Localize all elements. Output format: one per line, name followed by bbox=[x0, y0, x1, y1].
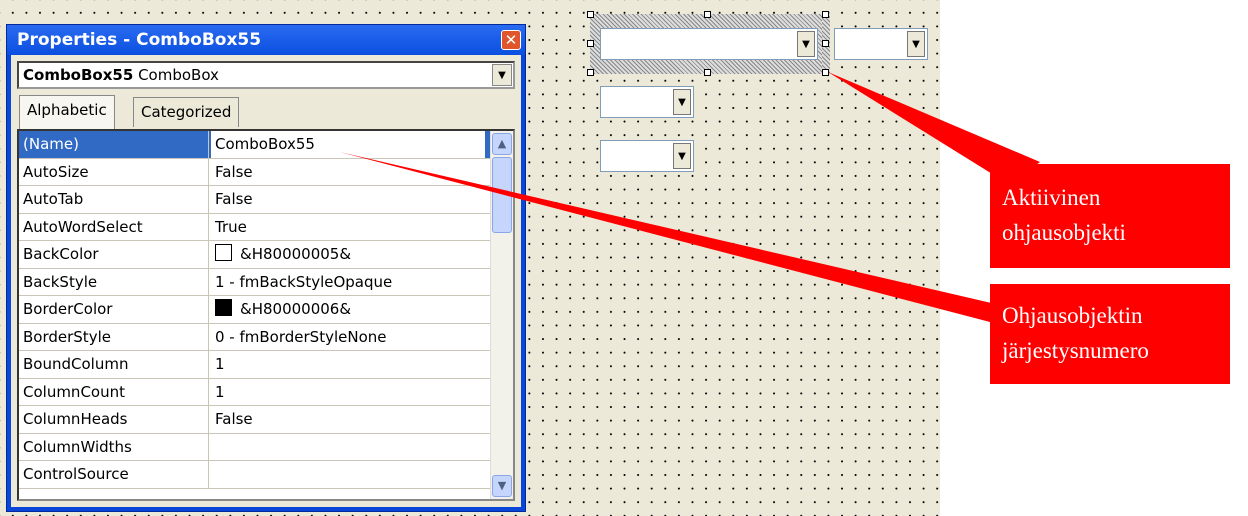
callout-active-line2: ohjausobjekti bbox=[1002, 220, 1126, 245]
tab-alphabetic[interactable]: Alphabetic bbox=[19, 95, 115, 129]
callout-tab-order: Ohjausobjektin järjestysnumero bbox=[990, 284, 1230, 384]
callout-active-control: Aktiivinen ohjausobjekti bbox=[990, 164, 1230, 268]
arrow-order bbox=[340, 152, 1000, 322]
callout-active-line1: Aktiivinen bbox=[1002, 185, 1101, 210]
callout-order-line1: Ohjausobjektin bbox=[1002, 303, 1143, 328]
callout-order-line2: järjestysnumero bbox=[1002, 338, 1149, 363]
